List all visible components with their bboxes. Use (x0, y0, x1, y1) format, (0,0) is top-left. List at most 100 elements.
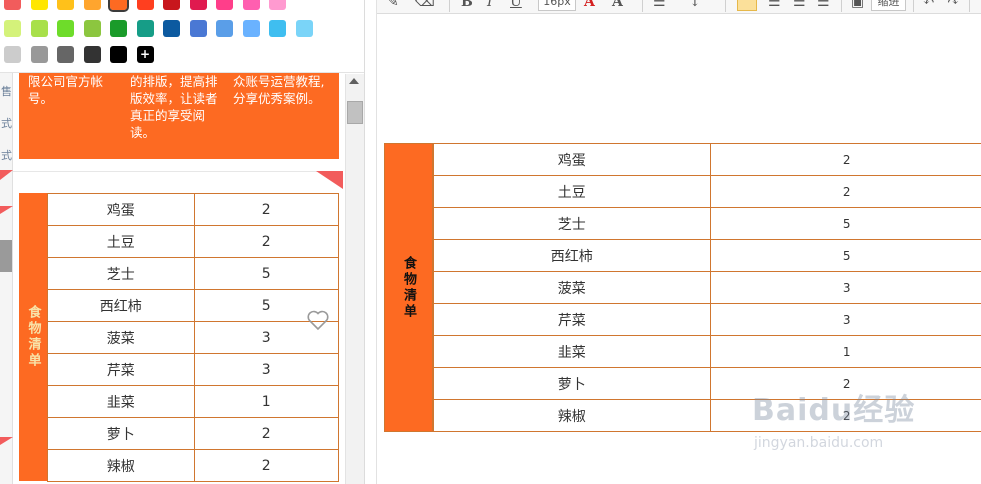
table-row: 辣椒 2 (433, 399, 981, 432)
arrow-up-icon[interactable] (349, 78, 359, 84)
color-swatch[interactable] (83, 0, 101, 10)
table-row: 辣椒 2 (47, 449, 339, 482)
color-swatch[interactable] (242, 0, 260, 10)
inserted-table[interactable]: 食物清单 鸡蛋 2 土豆 2 芝士 5 西红柿 5 菠菜 3 芹菜 3 韭菜 1 萝卜 2 辣椒 2 (384, 143, 981, 432)
item-qty-cell[interactable]: 2 (193, 225, 339, 258)
color-swatch[interactable] (216, 0, 233, 10)
toolbar-divider (449, 0, 450, 12)
table-row: 韭菜 1 (433, 335, 981, 368)
align-left-button[interactable] (737, 0, 757, 11)
item-name-cell[interactable]: 芝士 (47, 257, 195, 290)
item-qty-cell[interactable]: 3 (710, 271, 981, 304)
underline-button[interactable]: U (510, 0, 522, 10)
color-swatch[interactable] (30, 0, 48, 10)
item-qty-cell[interactable]: 2 (710, 175, 981, 208)
color-swatch[interactable] (163, 20, 180, 37)
item-name-cell[interactable]: 菠菜 (433, 271, 711, 304)
item-name-cell[interactable]: 韭菜 (47, 385, 195, 418)
font-size-select[interactable]: 16px (538, 0, 576, 11)
bg-color-button[interactable]: A (612, 0, 623, 10)
item-qty-cell[interactable]: 3 (193, 353, 339, 386)
table-row: 西红柿 5 (433, 239, 981, 272)
side-category-item[interactable]: 式 (1, 115, 12, 131)
justify-icon[interactable]: ☰ (817, 0, 830, 10)
color-swatch[interactable] (108, 0, 129, 12)
table-row: 芝士 5 (47, 257, 339, 290)
heart-icon[interactable] (306, 309, 330, 331)
item-name-cell[interactable]: 土豆 (47, 225, 195, 258)
eraser-icon[interactable]: ⌫ (415, 0, 435, 10)
undo-icon[interactable]: ↶ (923, 0, 935, 10)
indent-button[interactable]: 缩进 (871, 0, 906, 11)
item-name-cell[interactable]: 西红柿 (433, 239, 711, 272)
table-label-text: 食物清单 (401, 255, 416, 320)
item-qty-cell[interactable]: 5 (193, 257, 339, 290)
item-name-cell[interactable]: 芝士 (433, 207, 711, 240)
color-swatch[interactable] (57, 0, 74, 10)
item-name-cell[interactable]: 萝卜 (433, 367, 711, 400)
style-template-card[interactable]: 限公司官方帐号。 的排版，提高排版效率，让读者真正的享受阅读。 众账号运营教程,… (19, 73, 339, 159)
color-swatch[interactable] (30, 46, 48, 63)
scrollbar-thumb[interactable] (347, 101, 363, 124)
item-qty-cell[interactable]: 2 (193, 193, 339, 226)
color-swatch[interactable] (30, 20, 48, 37)
table-row: 菠菜 3 (433, 271, 981, 304)
item-qty-cell[interactable]: 1 (193, 385, 339, 418)
item-name-cell[interactable]: 鸡蛋 (433, 143, 711, 176)
scrollbar[interactable] (345, 74, 364, 484)
italic-button[interactable]: I (487, 0, 493, 10)
color-swatch[interactable] (110, 20, 127, 37)
item-name-cell[interactable]: 辣椒 (433, 399, 711, 432)
item-name-cell[interactable]: 鸡蛋 (47, 193, 195, 226)
color-swatch[interactable] (216, 20, 233, 37)
item-name-cell[interactable]: 芹菜 (433, 303, 711, 336)
image-icon[interactable]: ▣ (851, 0, 864, 10)
item-name-cell[interactable]: 萝卜 (47, 417, 195, 450)
item-qty-cell[interactable]: 2 (193, 417, 339, 450)
item-qty-cell[interactable]: 2 (710, 399, 981, 432)
color-swatch[interactable] (4, 0, 21, 10)
item-name-cell[interactable]: 辣椒 (47, 449, 195, 482)
item-name-cell[interactable]: 韭菜 (433, 335, 711, 368)
color-swatch[interactable] (4, 46, 21, 63)
add-color-button[interactable]: + (136, 46, 154, 63)
item-name-cell[interactable]: 西红柿 (47, 289, 195, 322)
toolbar-divider (969, 0, 970, 12)
line-height-icon[interactable]: ↕ (689, 0, 701, 10)
color-swatch[interactable] (136, 20, 154, 37)
color-swatch[interactable] (269, 0, 286, 10)
color-swatch[interactable] (242, 20, 260, 37)
color-swatch[interactable] (163, 0, 180, 10)
item-name-cell[interactable]: 土豆 (433, 175, 711, 208)
item-name-cell[interactable]: 芹菜 (47, 353, 195, 386)
color-swatch[interactable] (136, 0, 154, 10)
bold-button[interactable]: B (461, 0, 473, 10)
color-swatch[interactable] (57, 46, 74, 63)
redo-icon[interactable]: ↷ (947, 0, 959, 10)
color-swatch[interactable] (269, 20, 286, 37)
list-icon[interactable]: ☰ (653, 0, 666, 10)
side-category-item[interactable]: 售 (1, 83, 12, 99)
item-qty-cell[interactable]: 2 (710, 367, 981, 400)
format-painter-icon[interactable]: ✎ (387, 0, 399, 10)
item-qty-cell[interactable]: 5 (710, 207, 981, 240)
item-qty-cell[interactable]: 2 (193, 449, 339, 482)
color-swatch[interactable] (189, 0, 207, 10)
side-category-item[interactable]: 式 (1, 147, 12, 163)
color-swatch[interactable] (83, 46, 101, 63)
item-qty-cell[interactable]: 1 (710, 335, 981, 368)
color-swatch[interactable] (83, 20, 101, 37)
item-name-cell[interactable]: 菠菜 (47, 321, 195, 354)
color-swatch[interactable] (295, 20, 313, 37)
item-qty-cell[interactable]: 2 (710, 143, 981, 176)
color-swatch[interactable] (189, 20, 207, 37)
item-qty-cell[interactable]: 3 (710, 303, 981, 336)
table-template-preview[interactable]: 食物清单 鸡蛋 2 土豆 2 芝士 5 西红柿 5 菠菜 3 芹菜 3 韭菜 1 萝卜 2 辣椒 2 (19, 193, 339, 482)
align-right-icon[interactable]: ☰ (793, 0, 806, 10)
item-qty-cell[interactable]: 5 (710, 239, 981, 272)
color-swatch[interactable] (110, 46, 127, 63)
align-center-icon[interactable]: ☰ (768, 0, 781, 10)
font-color-button[interactable]: A (584, 0, 595, 10)
color-swatch[interactable] (57, 20, 74, 37)
color-swatch[interactable] (4, 20, 21, 37)
